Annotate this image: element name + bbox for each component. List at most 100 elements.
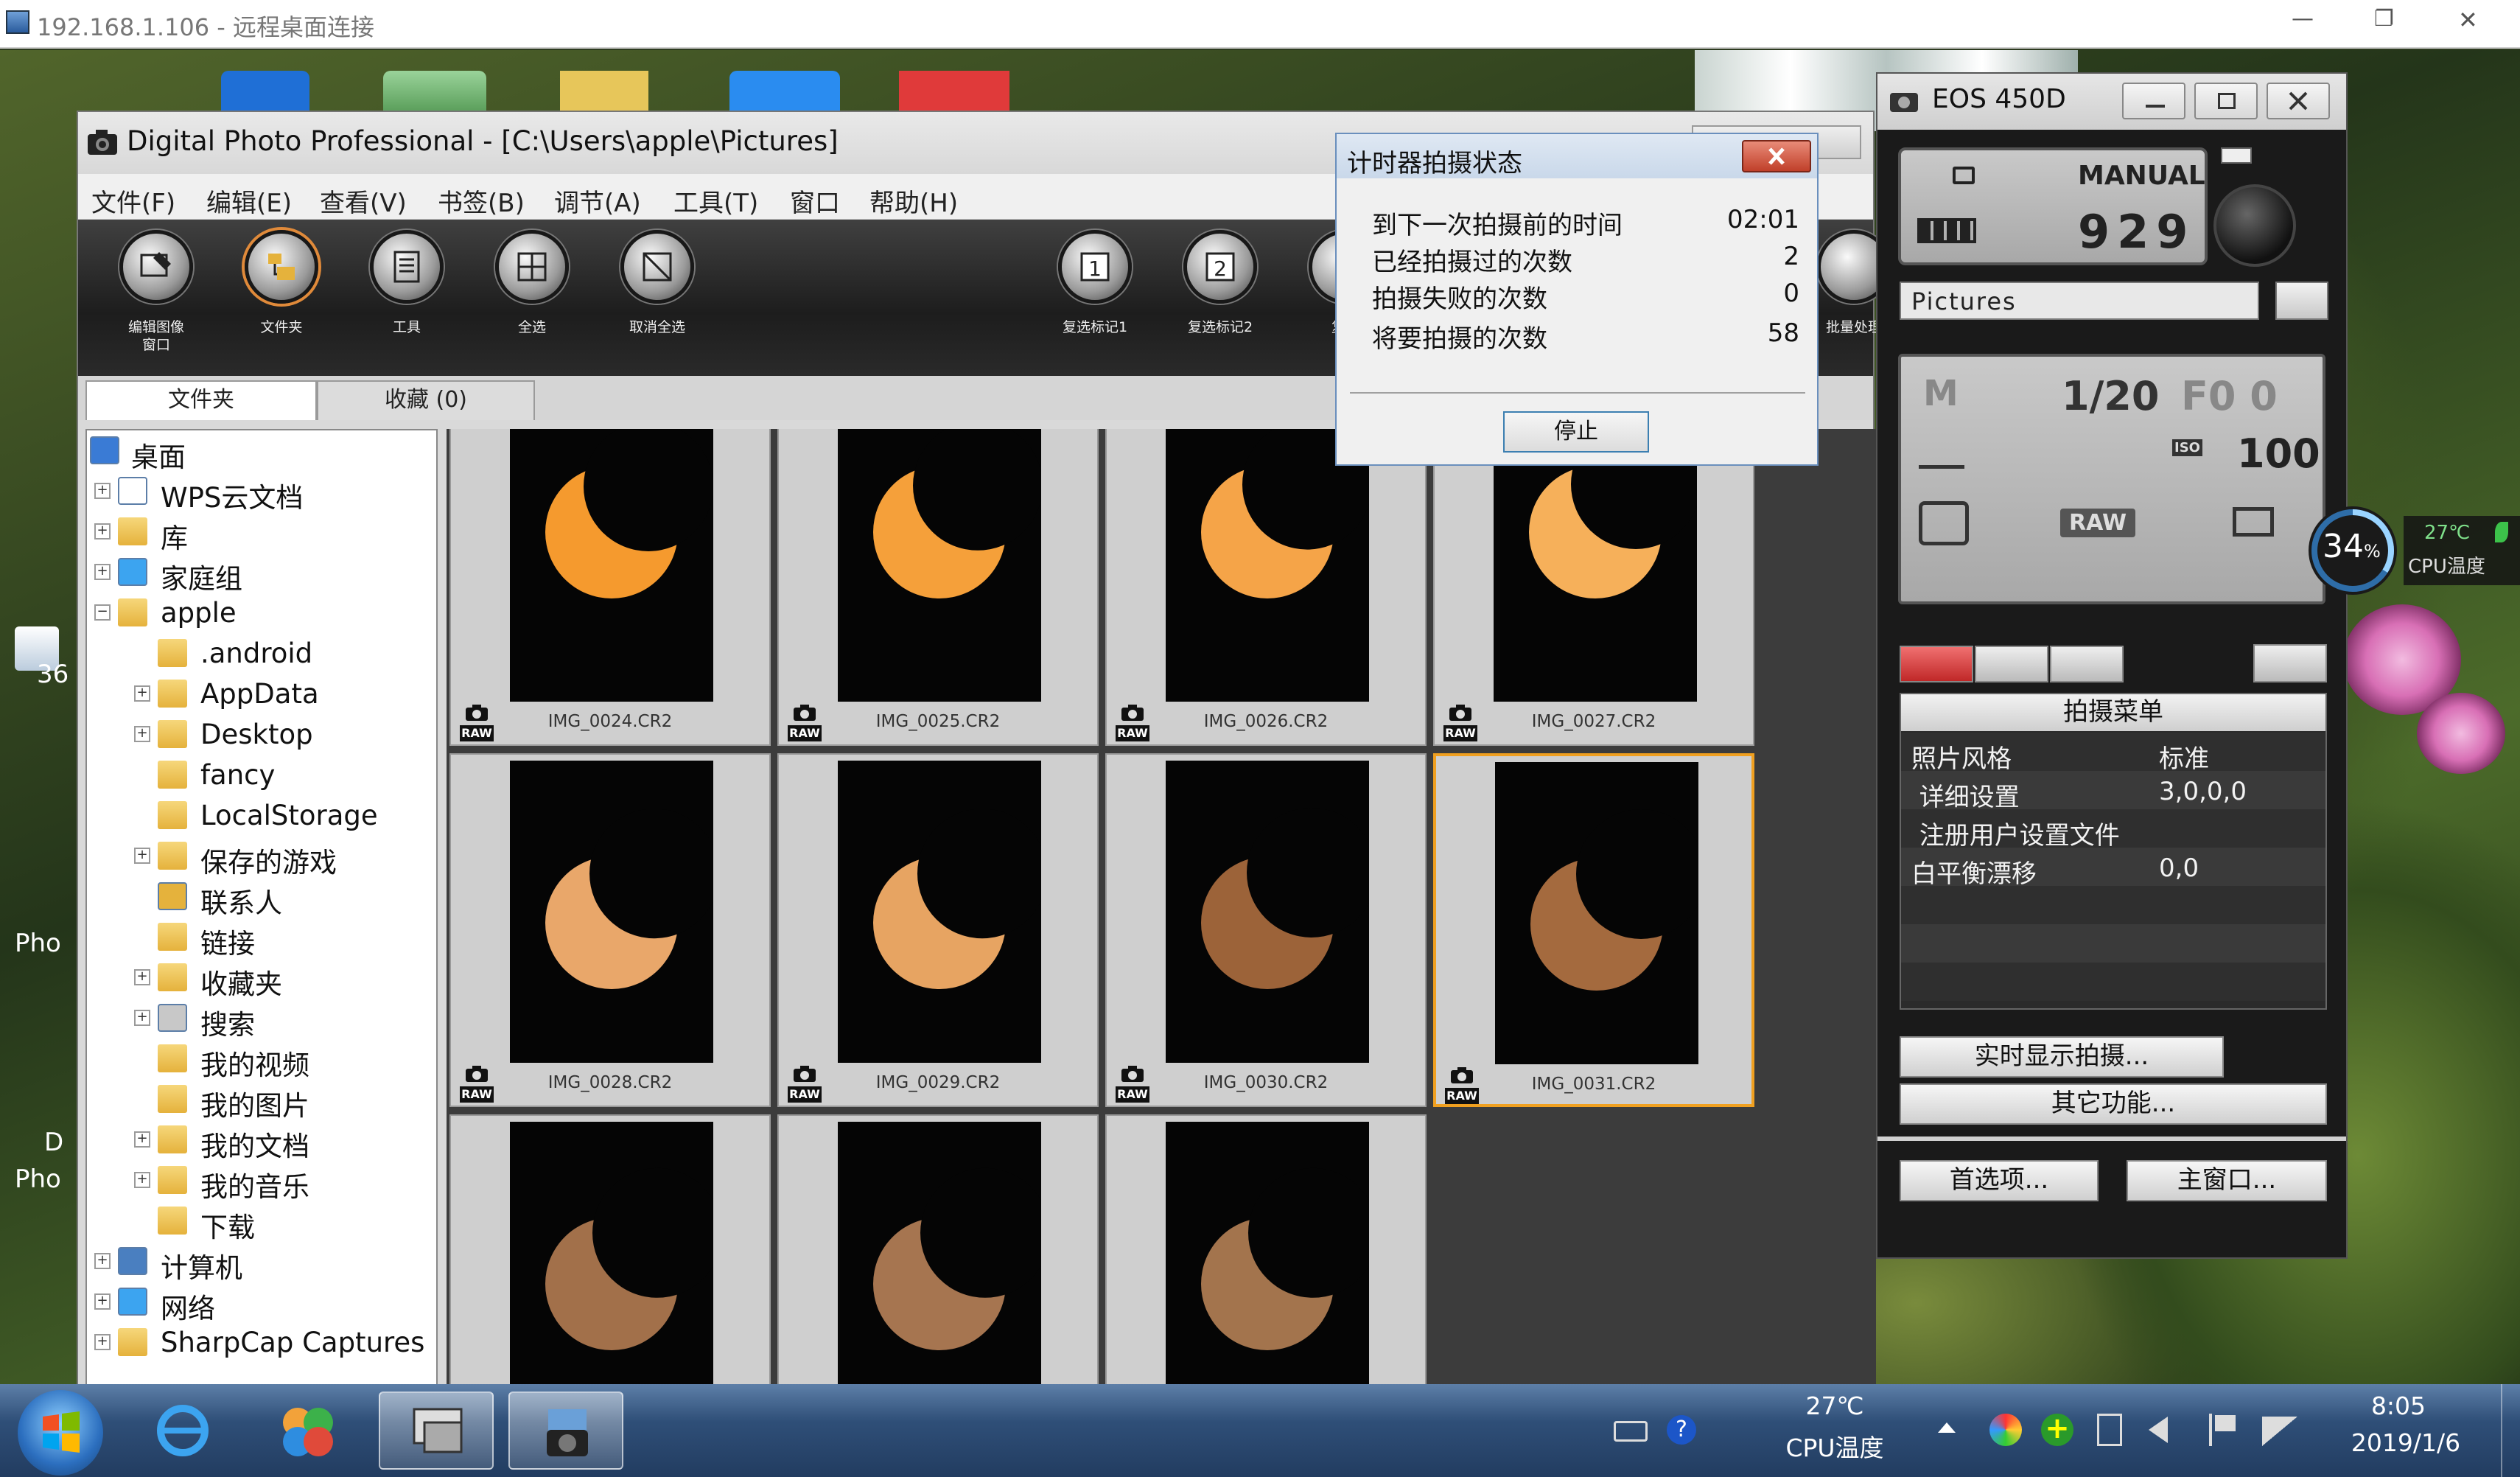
desktop-icon[interactable] (560, 71, 648, 111)
network-signal-icon[interactable] (2262, 1417, 2297, 1446)
shooting-tab-button[interactable] (1900, 646, 1973, 682)
tree-expander[interactable]: + (134, 685, 150, 702)
tree-item[interactable]: + 收藏夹 (87, 957, 433, 1000)
tree-item[interactable]: + 网络 (87, 1282, 433, 1324)
shooting-menu-row[interactable]: 详细设置 3,0,0,0 (1901, 771, 2325, 812)
tree-item[interactable]: 我的图片 (87, 1079, 433, 1122)
menu-view[interactable]: 查看(V) (320, 183, 407, 219)
tree-item[interactable]: + AppData (87, 674, 433, 713)
tab-folder[interactable]: 文件夹 (85, 380, 317, 420)
mode-value[interactable]: M (1923, 373, 1959, 414)
show-desktop-button[interactable] (2501, 1384, 2520, 1477)
menu-window[interactable]: 窗口 (790, 183, 840, 219)
menu-help[interactable]: 帮助(H) (869, 183, 958, 219)
desktop-icon[interactable] (221, 71, 309, 111)
tree-item[interactable]: + 搜索 (87, 998, 433, 1041)
tray-add-icon[interactable]: + (2041, 1414, 2073, 1446)
favorites-tab-button[interactable] (2050, 646, 2124, 682)
menu-tools[interactable]: 工具(T) (673, 183, 758, 219)
eos-close-button[interactable] (2267, 83, 2330, 119)
thumbnail-item[interactable]: RAW IMG_0029.CR2 (777, 753, 1099, 1107)
thumbnail-item[interactable]: RAW IMG_0024.CR2 (449, 429, 771, 746)
eos-maximize-button[interactable] (2194, 83, 2258, 119)
tree-item[interactable]: LocalStorage (87, 795, 433, 835)
minimize-button[interactable]: — (2292, 6, 2314, 32)
shutter-speed-value[interactable]: 1/20 (2062, 373, 2159, 419)
clock-time[interactable]: 8:05 (2328, 1392, 2468, 1420)
tree-expander[interactable]: + (134, 1010, 150, 1026)
stop-button[interactable]: 停止 (1503, 411, 1649, 453)
thumbnail-item[interactable]: RAW IMG_0030.CR2 (1105, 753, 1427, 1107)
tree-item[interactable]: + Desktop (87, 714, 433, 754)
tree-item[interactable]: + 我的音乐 (87, 1160, 433, 1203)
tree-item[interactable]: + 库 (87, 511, 433, 554)
eos-minimize-button[interactable] (2122, 83, 2185, 119)
clock-date[interactable]: 2019/1/6 (2328, 1428, 2483, 1457)
tool-palette-button[interactable]: 工具 (355, 230, 458, 370)
live-view-button[interactable]: 实时显示拍摄... (1900, 1036, 2224, 1078)
tree-item[interactable]: 联系人 (87, 876, 433, 919)
tree-item[interactable]: 我的视频 (87, 1038, 433, 1081)
tree-expander[interactable]: + (94, 1293, 111, 1310)
metering-mode-icon[interactable] (1919, 501, 1969, 545)
shooting-menu-row[interactable]: 白平衡漂移 0,0 (1901, 848, 2325, 889)
thumbnail-item[interactable]: RAW IMG_0027.CR2 (1433, 429, 1754, 746)
close-button[interactable]: ✕ (2458, 6, 2478, 34)
folder-button[interactable]: 文件夹 (230, 230, 333, 370)
taskbar-dpp-button[interactable] (508, 1392, 623, 1470)
tree-item[interactable]: + 保存的游戏 (87, 836, 433, 879)
check-mark-1-button[interactable]: 1 复选标记1 (1043, 230, 1147, 370)
iso-value[interactable]: 100 (2237, 430, 2320, 477)
tree-item[interactable]: 链接 (87, 917, 433, 960)
main-window-button[interactable]: 主窗口... (2127, 1160, 2327, 1201)
desktop-icon[interactable] (899, 71, 1009, 111)
thumbnail-item[interactable]: RAW IMG_0025.CR2 (777, 429, 1099, 746)
tray-app-icon[interactable] (1989, 1414, 2022, 1446)
select-all-button[interactable]: 全选 (480, 230, 584, 370)
thumbnail-item[interactable]: RAW IMG_0031.CR2 (1433, 753, 1754, 1107)
thumbnail-item[interactable] (777, 1114, 1099, 1387)
preferences-button[interactable]: 首选项... (1900, 1160, 2099, 1201)
deselect-all-button[interactable]: 取消全选 (606, 230, 709, 370)
tree-expander[interactable]: + (94, 564, 111, 580)
tree-item[interactable]: − apple (87, 593, 433, 632)
tree-item[interactable]: + SharpCap Captures (87, 1322, 433, 1362)
tree-expander[interactable]: + (134, 726, 150, 742)
menu-bookmark[interactable]: 书签(B) (438, 183, 525, 219)
tree-expander[interactable]: + (134, 1172, 150, 1188)
device-icon[interactable] (2097, 1414, 2122, 1446)
tree-expander[interactable]: + (94, 1334, 111, 1350)
thumbnail-item[interactable] (449, 1114, 771, 1387)
desktop-icon[interactable] (729, 71, 840, 111)
tree-expander[interactable]: + (94, 483, 111, 499)
tree-item[interactable]: fancy (87, 755, 433, 795)
shutter-release-button[interactable] (2213, 184, 2296, 267)
taskbar-media-button[interactable] (251, 1392, 365, 1470)
thumbnail-item[interactable]: RAW IMG_0028.CR2 (449, 753, 771, 1107)
tree-expander[interactable]: + (134, 848, 150, 864)
shooting-menu-row[interactable]: 注册用户设置文件 (1901, 809, 2325, 851)
aperture-value[interactable]: F0 0 (2181, 373, 2278, 419)
menu-adjust[interactable]: 调节(A) (554, 183, 641, 219)
image-quality-value[interactable]: RAW (2060, 509, 2136, 537)
tree-item[interactable]: + WPS云文档 (87, 471, 433, 514)
menu-edit[interactable]: 编辑(E) (206, 183, 292, 219)
restore-button[interactable]: ❐ (2374, 6, 2394, 32)
check-mark-2-button[interactable]: 2 复选标记2 (1169, 230, 1272, 370)
tree-item[interactable]: + 我的文档 (87, 1120, 433, 1162)
thumbnail-item[interactable]: RAW IMG_0026.CR2 (1105, 429, 1427, 746)
tree-item[interactable]: + 计算机 (87, 1241, 433, 1284)
save-folder-field[interactable]: Pictures (1900, 282, 2259, 320)
tab-favorites[interactable]: 收藏 (0) (317, 380, 535, 420)
tree-item[interactable]: .android (87, 633, 433, 673)
white-balance-icon[interactable] (1919, 442, 1964, 469)
shooting-menu-row[interactable]: 照片风格 标准 (1901, 733, 2325, 774)
show-hidden-icons-button[interactable] (1938, 1422, 1956, 1433)
tree-item[interactable]: 桌面 (87, 430, 433, 473)
tree-item[interactable]: 下载 (87, 1201, 433, 1243)
tree-expander[interactable]: + (134, 1131, 150, 1148)
start-button[interactable] (18, 1390, 103, 1476)
taskbar-ie-button[interactable] (125, 1392, 240, 1470)
action-center-flag-icon[interactable] (2209, 1414, 2236, 1446)
tree-expander[interactable]: + (94, 523, 111, 540)
